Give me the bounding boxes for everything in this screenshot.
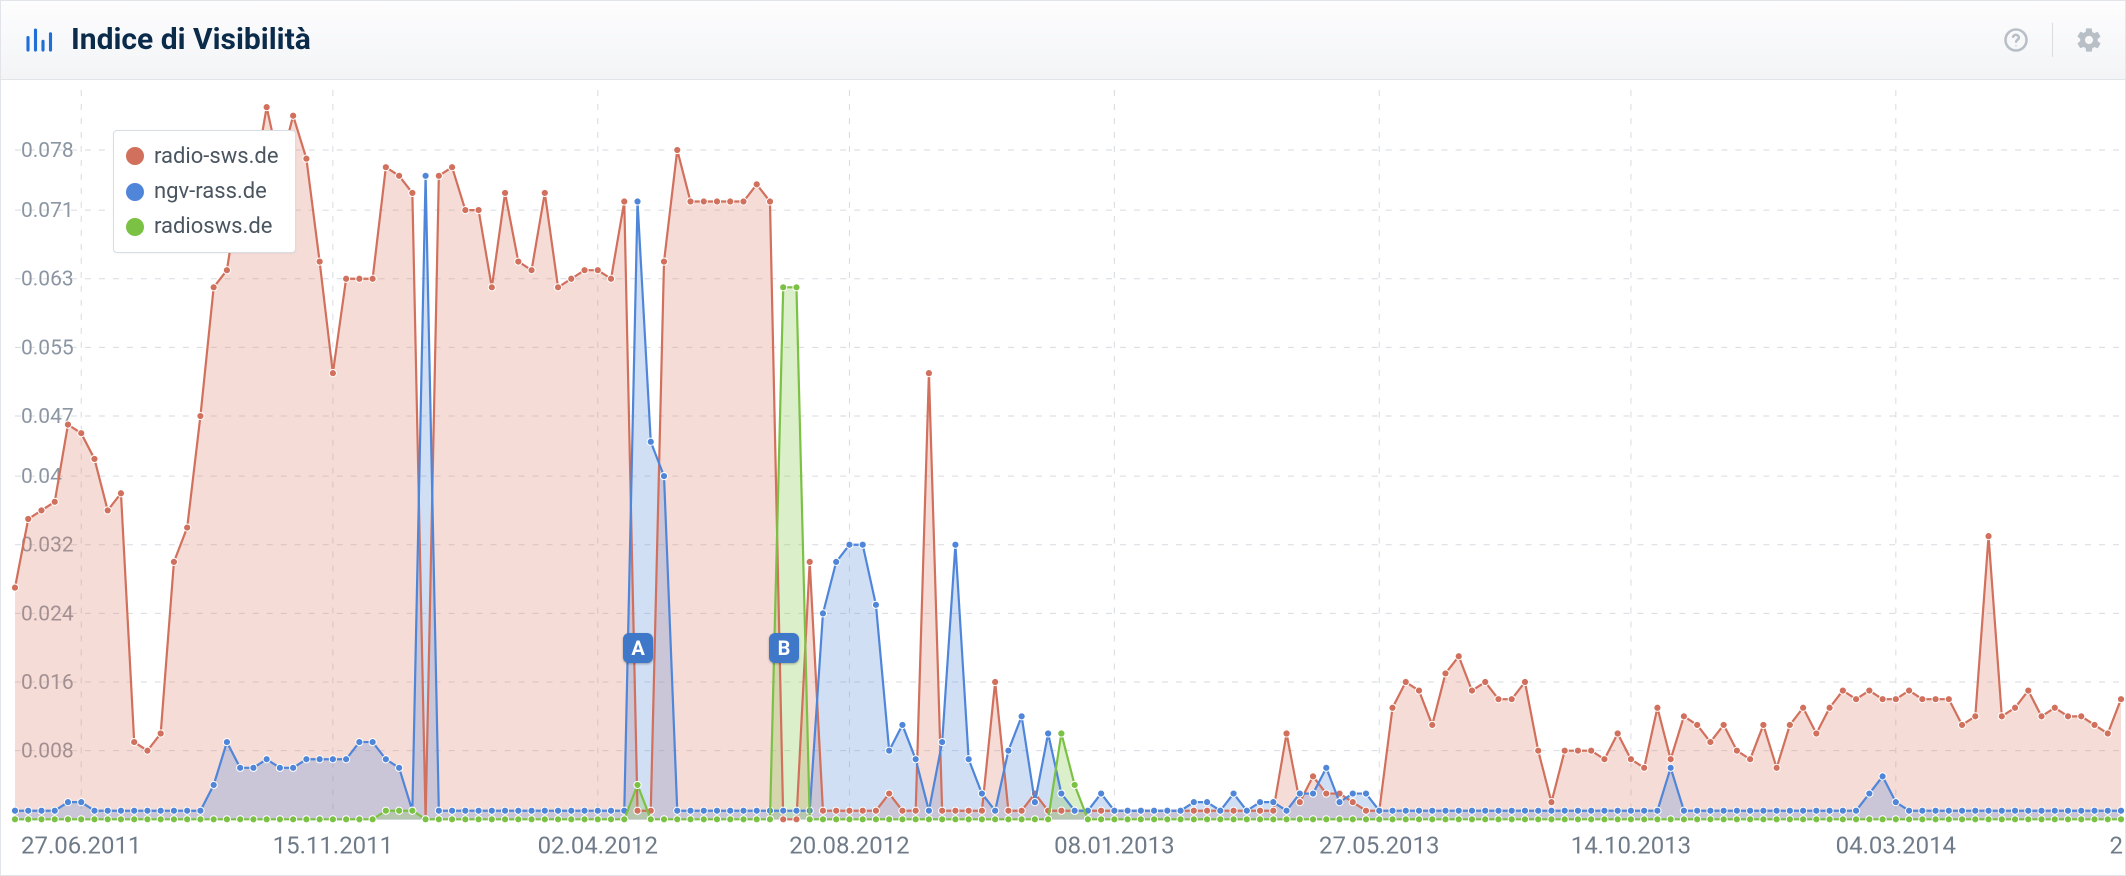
svg-text:04.03.2014: 04.03.2014	[1836, 831, 1956, 859]
svg-text:08.01.2013: 08.01.2013	[1054, 831, 1174, 859]
legend-swatch	[126, 218, 144, 236]
svg-text:20.08.2012: 20.08.2012	[789, 831, 909, 859]
divider	[2052, 23, 2053, 57]
svg-text:27.05.2013: 27.05.2013	[1319, 831, 1439, 859]
svg-text:0.071: 0.071	[21, 199, 74, 223]
legend-item[interactable]: radio-sws.de	[126, 139, 279, 174]
visibility-chart[interactable]: 0.0080.0160.0240.0320.040.0470.0550.0630…	[1, 80, 2125, 875]
svg-text:02.04.2012: 02.04.2012	[538, 831, 658, 859]
legend-label: radiosws.de	[154, 209, 272, 244]
panel-header: Indice di Visibilità	[1, 1, 2125, 80]
svg-text:27.06.2011: 27.06.2011	[21, 831, 141, 859]
annotation-badge[interactable]: B	[769, 633, 799, 663]
chart-area[interactable]: 0.0080.0160.0240.0320.040.0470.0550.0630…	[1, 80, 2125, 875]
svg-text:0.063: 0.063	[21, 267, 74, 291]
header-actions	[2002, 23, 2103, 57]
annotation-badge[interactable]: A	[623, 633, 653, 663]
annotation-label: B	[778, 636, 791, 660]
help-icon[interactable]	[2002, 26, 2030, 54]
annotation-label: A	[631, 636, 644, 660]
bar-chart-icon	[23, 25, 53, 55]
svg-text:0.04: 0.04	[21, 465, 62, 489]
legend-item[interactable]: radiosws.de	[126, 209, 279, 244]
gear-icon[interactable]	[2075, 26, 2103, 54]
chart-legend[interactable]: radio-sws.dengv-rass.deradiosws.de	[113, 130, 296, 254]
svg-text:0.055: 0.055	[21, 336, 74, 360]
panel-title: Indice di Visibilità	[71, 22, 2002, 57]
svg-text:15.11.2011: 15.11.2011	[273, 831, 393, 859]
legend-label: ngv-rass.de	[154, 174, 267, 209]
svg-text:0.078: 0.078	[21, 139, 74, 163]
svg-text:2: 2	[2110, 831, 2123, 859]
visibility-index-panel: Indice di Visibilità 0.0080.0160.0240.03…	[0, 0, 2126, 876]
svg-text:14.10.2013: 14.10.2013	[1571, 831, 1691, 859]
legend-swatch	[126, 147, 144, 165]
legend-item[interactable]: ngv-rass.de	[126, 174, 279, 209]
legend-swatch	[126, 183, 144, 201]
legend-label: radio-sws.de	[154, 139, 279, 174]
